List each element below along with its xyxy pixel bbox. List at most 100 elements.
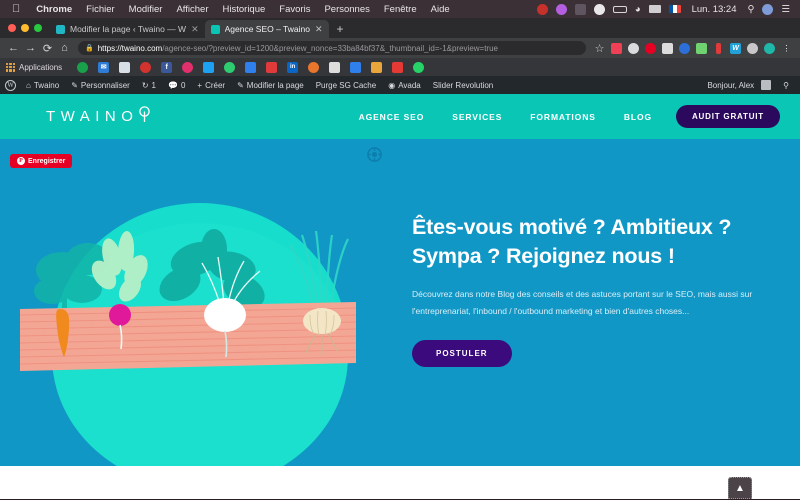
bookmark-pin-icon[interactable] xyxy=(266,61,278,73)
siri-icon[interactable] xyxy=(762,3,774,15)
colorpicker-extension-icon[interactable] xyxy=(694,41,709,56)
bookmark-facebook-icon[interactable]: f xyxy=(161,61,173,73)
scroll-to-top-button[interactable]: ▲ xyxy=(728,477,752,499)
menu-item-historique[interactable]: Historique xyxy=(216,4,273,15)
wp-site-name[interactable]: ⌂ Twaino xyxy=(20,81,65,90)
circle-purple-icon[interactable] xyxy=(555,3,567,15)
back-button[interactable]: ← xyxy=(5,42,22,54)
new-tab-button[interactable]: + xyxy=(329,22,352,38)
blue-dot-extension-icon[interactable] xyxy=(677,41,692,56)
nav-item-agence-seo[interactable]: AGENCE SEO xyxy=(345,112,439,122)
browser-tab-1[interactable]: Modifier la page ‹ Twaino — W ✕ xyxy=(50,20,205,38)
menu-item-fenetre[interactable]: Fenêtre xyxy=(377,4,424,15)
menu-item-aide[interactable]: Aide xyxy=(424,4,457,15)
menu-item-chrome[interactable]: Chrome xyxy=(29,4,79,15)
wp-search[interactable]: ⚲ xyxy=(777,81,795,90)
red-bar-extension-icon[interactable] xyxy=(711,41,726,56)
bookmark-youtube-icon[interactable] xyxy=(392,61,404,73)
menu-item-personnes[interactable]: Personnes xyxy=(317,4,376,15)
bookmark-trello-icon[interactable] xyxy=(350,61,362,73)
battery-icon[interactable] xyxy=(612,5,627,13)
control-center-icon[interactable]: ☰ xyxy=(781,4,790,15)
wp-purge-cache[interactable]: Purge SG Cache xyxy=(310,81,382,90)
bookmark-slides-icon[interactable] xyxy=(245,61,257,73)
pinterest-extension-icon[interactable] xyxy=(643,41,658,56)
wp-comments-count: 0 xyxy=(180,80,186,90)
grid-extension-icon[interactable] xyxy=(660,41,675,56)
soil-strip xyxy=(19,302,357,371)
hero-heading-line-2: Sympa ? Rejoignez nous ! xyxy=(412,243,675,268)
close-icon[interactable]: ✕ xyxy=(191,24,199,35)
nav-item-services[interactable]: SERVICES xyxy=(438,112,516,122)
wordpress-extension-icon[interactable]: W xyxy=(728,41,743,56)
input-source-icon[interactable] xyxy=(648,5,661,13)
user-avatar-icon xyxy=(761,80,772,90)
window-traffic-lights[interactable] xyxy=(6,18,50,38)
forward-button[interactable]: → xyxy=(22,42,39,54)
menu-bar-clock[interactable]: Lun. 13:24 xyxy=(685,4,744,15)
nav-item-blog[interactable]: BLOG xyxy=(610,112,666,122)
address-bar[interactable]: 🔒 https://twaino.com/agence-seo/?preview… xyxy=(78,41,586,55)
bookmark-print-icon[interactable] xyxy=(119,61,131,73)
bookmark-whatsapp-icon[interactable] xyxy=(413,61,425,73)
bookmark-green-icon[interactable] xyxy=(224,61,236,73)
hero-heading: Êtes-vous motivé ? Ambitieux ? Sympa ? R… xyxy=(412,213,770,270)
browser-tab-2[interactable]: Agence SEO – Twaino ✕ xyxy=(204,20,329,38)
bookmark-red-icon[interactable] xyxy=(140,61,152,73)
window-zoom-button[interactable] xyxy=(34,24,42,32)
wp-edit-page[interactable]: ✎ Modifier la page xyxy=(231,81,310,90)
record-icon[interactable] xyxy=(536,3,548,15)
wifi-icon[interactable]: ◕ xyxy=(635,4,641,15)
bookmark-analytics-icon[interactable] xyxy=(329,61,341,73)
screenshot-icon[interactable] xyxy=(574,3,586,15)
flag-fr-icon[interactable] xyxy=(668,5,681,13)
browser-toolbar: ← → ⟳ ⌂ 🔒 https://twaino.com/agence-seo/… xyxy=(0,38,800,58)
search-icon[interactable]: ⚲ xyxy=(748,4,755,15)
wp-updates[interactable]: ↻ 1 xyxy=(136,81,162,90)
postuler-button[interactable]: POSTULER xyxy=(412,340,512,368)
home-button[interactable]: ⌂ xyxy=(56,42,73,54)
pinterest-widget-icon[interactable] xyxy=(367,147,382,162)
bookmark-linkedin-icon[interactable]: in xyxy=(287,61,299,73)
update-icon: ↻ xyxy=(141,80,149,90)
pocket-extension-icon[interactable] xyxy=(609,41,624,56)
cloud-extension-icon[interactable] xyxy=(626,41,641,56)
wp-avada[interactable]: ◉ Avada xyxy=(382,81,427,90)
nav-item-formations[interactable]: FORMATIONS xyxy=(516,112,610,122)
site-nav: AGENCE SEO SERVICES FORMATIONS BLOG AUDI… xyxy=(345,105,780,128)
reload-button[interactable]: ⟳ xyxy=(39,42,56,55)
menu-item-modifier[interactable]: Modifier xyxy=(122,4,170,15)
pencil-icon: ✎ xyxy=(71,80,78,90)
dropbox-icon[interactable] xyxy=(593,3,605,15)
arrow-extension-icon[interactable] xyxy=(745,41,760,56)
star-icon[interactable]: ☆ xyxy=(591,42,608,55)
audit-gratuit-button[interactable]: AUDIT GRATUIT xyxy=(675,105,780,128)
bookmark-fire-icon[interactable] xyxy=(308,61,320,73)
wp-new-content[interactable]: + Créer xyxy=(191,81,231,90)
bookmark-chart-icon[interactable] xyxy=(371,61,383,73)
site-logo-text: TWAINO xyxy=(46,108,139,125)
pinterest-save-button[interactable]: P Enregistrer xyxy=(10,154,73,168)
bookmark-apps-shortcut[interactable]: Applications xyxy=(6,62,62,72)
wp-comments[interactable]: 💬 0 xyxy=(162,81,191,90)
menu-item-afficher[interactable]: Afficher xyxy=(169,4,215,15)
wordpress-icon[interactable]: W xyxy=(5,79,16,91)
window-close-button[interactable] xyxy=(8,24,16,32)
wp-greeting[interactable]: Bonjour, Alex xyxy=(701,80,777,90)
wp-customize[interactable]: ✎ Personnaliser xyxy=(65,81,136,90)
close-icon[interactable]: ✕ xyxy=(315,24,323,35)
site-logo[interactable]: TWAINO xyxy=(46,106,151,127)
bookmark-mail-icon[interactable]: ✉ xyxy=(98,61,110,73)
bookmark-chrome-icon[interactable] xyxy=(77,61,89,73)
wp-slider-revolution[interactable]: Slider Revolution xyxy=(427,81,499,90)
wp-site-name-label: Twaino xyxy=(33,80,60,90)
hero-paragraph: Découvrez dans notre Blog des conseils e… xyxy=(412,289,753,317)
menu-item-favoris[interactable]: Favoris xyxy=(272,4,317,15)
window-minimize-button[interactable] xyxy=(21,24,29,32)
bookmark-twitter-icon[interactable] xyxy=(203,61,215,73)
bookmark-instagram-icon[interactable] xyxy=(182,61,194,73)
profile-avatar-icon[interactable] xyxy=(762,41,777,56)
kebab-menu-icon[interactable]: ⋮ xyxy=(779,41,794,56)
apple-icon[interactable]:  xyxy=(12,3,20,15)
menu-item-fichier[interactable]: Fichier xyxy=(79,4,122,15)
